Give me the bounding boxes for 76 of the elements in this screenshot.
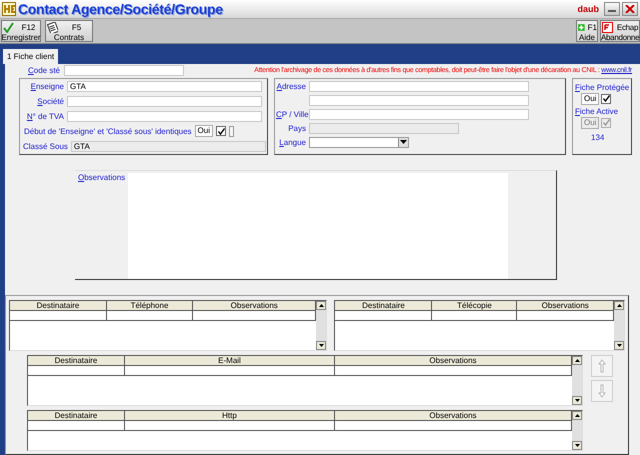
field-label: Observations <box>78 172 126 184</box>
save-button[interactable]: F12 Enregistrer <box>1 20 41 42</box>
check-icon <box>602 95 610 102</box>
user-name: daub <box>578 4 599 14</box>
minimize-button[interactable] <box>604 2 620 16</box>
text-field[interactable] <box>309 94 529 106</box>
column-header[interactable]: Destinataire <box>10 300 107 311</box>
up-arrow-icon <box>574 358 580 362</box>
contracts-button[interactable]: F5 Contrats <box>45 20 93 42</box>
column-header[interactable]: Observations <box>517 300 614 311</box>
scrollbar[interactable] <box>316 300 326 350</box>
flag-label: Fiche Protégée <box>575 82 630 92</box>
option-label: Début de 'Enseigne' et 'Classé sous' identiques <box>24 126 192 136</box>
up-arrow-icon <box>318 304 324 307</box>
tab[interactable]: 1 Fiche client <box>3 49 58 64</box>
record-number: 134 <box>591 132 604 142</box>
text-field[interactable]: GTA <box>67 80 262 92</box>
help-button[interactable]: F1 Aide <box>576 20 598 42</box>
scrollbar[interactable] <box>614 300 624 350</box>
down-arrow-icon <box>318 344 324 347</box>
column-header[interactable]: Http <box>125 410 335 421</box>
scrollbar[interactable] <box>572 356 582 405</box>
checkbox[interactable] <box>216 126 226 136</box>
code-field[interactable] <box>64 65 184 76</box>
column-header[interactable]: Observations <box>335 410 572 421</box>
dropdown[interactable] <box>309 136 409 148</box>
check-icon <box>3 22 14 33</box>
field-label: Adresse <box>276 82 306 91</box>
field-label: CP / Ville <box>276 110 306 119</box>
field-label: N° de TVA <box>26 112 64 121</box>
field-label: Classé Sous <box>23 142 68 151</box>
down-arrow-icon <box>574 398 580 402</box>
field-label: Enseigne <box>30 82 64 91</box>
column-header[interactable]: Observations <box>193 300 316 311</box>
flag-label: Fiche Active <box>575 106 618 116</box>
close-icon <box>625 5 635 13</box>
column-header[interactable]: Destinataire <box>28 356 125 366</box>
column-header[interactable]: Destinataire <box>335 300 432 311</box>
checkbox[interactable] <box>601 94 612 104</box>
text-field: GTA <box>70 140 266 152</box>
close-button[interactable] <box>622 2 638 16</box>
up-arrow-icon <box>616 304 622 307</box>
move-up-button[interactable] <box>591 354 613 377</box>
down-arrow-icon <box>616 344 622 347</box>
column-header[interactable]: Téléphone <box>107 300 193 311</box>
dropdown-arrow-icon <box>400 140 407 144</box>
value-text: Oui <box>194 125 213 138</box>
field-label: Langue <box>278 138 306 147</box>
column-header[interactable]: Destinataire <box>28 410 125 421</box>
scrollbar[interactable] <box>572 410 582 450</box>
field-label: Code sté <box>26 66 60 76</box>
field-label: Pays <box>287 124 306 133</box>
move-down-button[interactable] <box>591 380 613 402</box>
exit-icon <box>602 22 613 33</box>
check-icon <box>218 128 224 135</box>
value-text: Oui <box>581 92 600 105</box>
down-arrow-icon <box>598 384 606 398</box>
column-header[interactable]: Télécopie <box>432 300 518 311</box>
text-field[interactable] <box>309 108 529 120</box>
column-header[interactable]: Observations <box>335 356 572 366</box>
document-icon <box>47 22 58 33</box>
text-field[interactable] <box>67 96 262 107</box>
window-title: Contact Agence/Société/Groupe <box>18 1 223 17</box>
down-arrow-icon <box>574 444 580 447</box>
text-field[interactable] <box>309 80 529 92</box>
text-field[interactable] <box>67 110 262 122</box>
up-arrow-icon <box>598 358 606 373</box>
cancel-button[interactable]: Echap Abandonne <box>600 20 640 42</box>
observations-field[interactable] <box>128 172 508 279</box>
up-arrow-icon <box>574 414 580 417</box>
value-text: Oui <box>581 116 600 129</box>
column-header[interactable]: E-Mail <box>125 356 335 366</box>
small-box <box>229 126 234 137</box>
logo-mark <box>2 2 16 16</box>
field-label: Société <box>36 96 64 106</box>
plus-icon <box>578 22 585 33</box>
